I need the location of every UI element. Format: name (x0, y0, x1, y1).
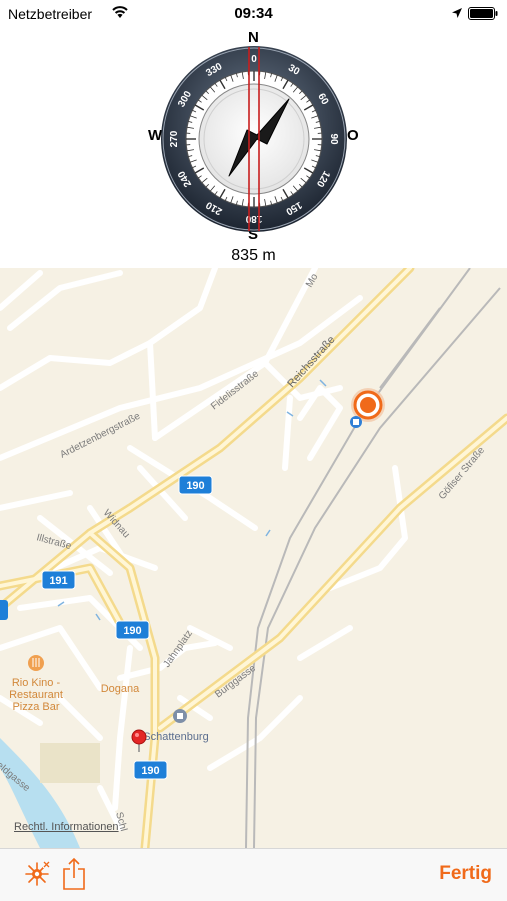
compass-degree-label: 0 (251, 54, 257, 65)
street-label-reichsstrasse: Reichsstraße (285, 334, 337, 390)
destination-pin[interactable] (132, 730, 146, 752)
map-canvas[interactable]: Reichsstraße Fidelisstraße Ardetzenbergs… (0, 268, 507, 848)
battery-icon (468, 7, 498, 20)
svg-text:190: 190 (123, 625, 141, 637)
svg-text:Restaurant: Restaurant (9, 689, 63, 701)
distance-readout: 835 m (0, 247, 507, 265)
route-badge: 190 (134, 761, 167, 779)
bottom-toolbar: Fertig (0, 848, 507, 901)
compass-panel: N W O S 0306090120150180210240270300330 … (0, 28, 507, 268)
svg-text:Pizza Bar: Pizza Bar (12, 701, 59, 713)
legal-link[interactable]: Rechtl. Informationen (14, 821, 119, 833)
share-icon[interactable] (61, 857, 87, 891)
svg-text:190: 190 (141, 765, 159, 777)
dogana-poi[interactable]: Dogana (101, 683, 140, 695)
compass-degree-label: 90 (328, 133, 339, 145)
svg-text:Schattenburg: Schattenburg (143, 731, 208, 743)
settings-icon[interactable] (22, 859, 52, 889)
compass-dial: 0306090120150180210240270300330 (159, 44, 349, 234)
svg-text:190: 190 (186, 480, 204, 492)
restaurant-poi[interactable]: Rio Kino - Restaurant Pizza Bar (9, 655, 63, 713)
street-label-illstrasse: Illstraße (35, 532, 73, 552)
svg-text:Dogana: Dogana (101, 683, 140, 695)
location-services-icon (451, 7, 463, 19)
done-button[interactable]: Fertig (439, 863, 492, 885)
route-badge: 190 (179, 476, 212, 494)
route-badge: 190 (116, 621, 149, 639)
svg-text:Rio Kino -: Rio Kino - (12, 677, 61, 689)
transit-icon (350, 416, 362, 428)
route-badge: 191 (42, 571, 75, 589)
compass-degree-label: 270 (169, 130, 180, 147)
map-view[interactable]: Reichsstraße Fidelisstraße Ardetzenbergs… (0, 268, 507, 848)
status-bar: Netzbetreiber 09:34 (0, 0, 507, 28)
svg-text:191: 191 (49, 575, 67, 587)
clock: 09:34 (0, 5, 507, 22)
